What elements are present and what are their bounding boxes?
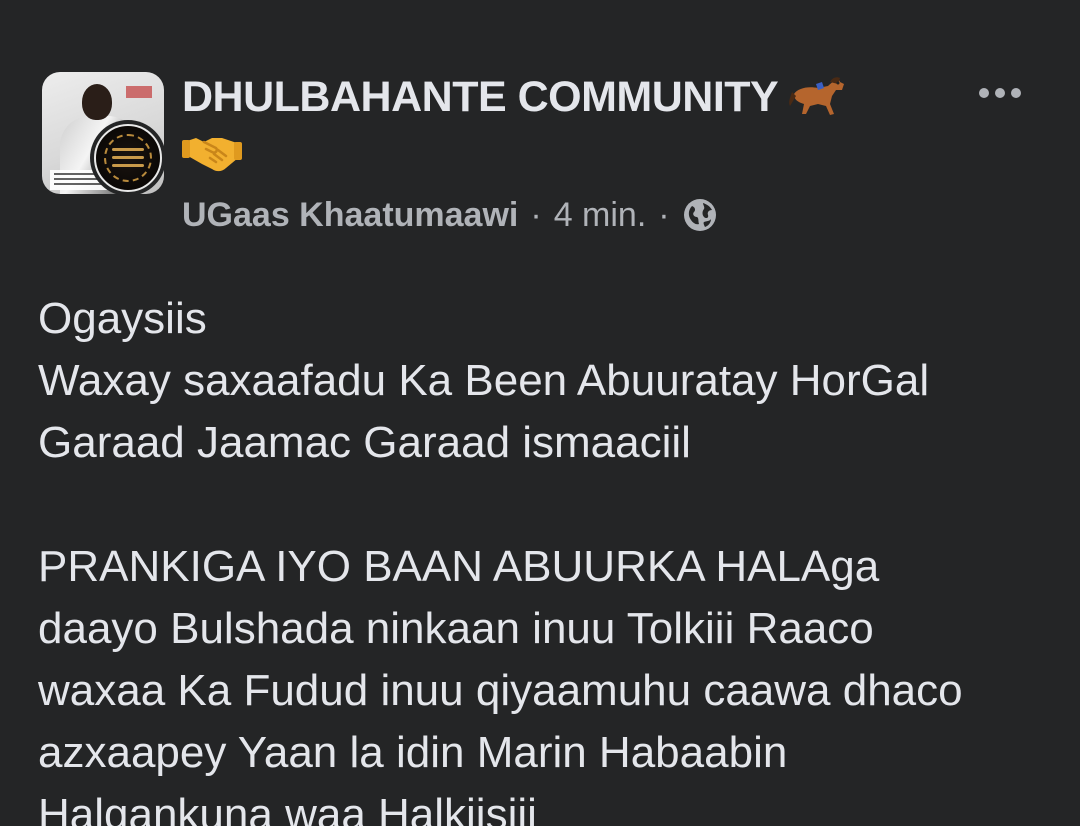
- meta-separator: ·: [530, 195, 542, 234]
- more-dot-icon: [1011, 88, 1021, 98]
- author-name-link[interactable]: UGaas Khaatumaawi: [182, 196, 518, 235]
- post-body-text: Ogaysiis Waxay saxaafadu Ka Been Abuurat…: [38, 294, 963, 826]
- author-avatar[interactable]: [90, 120, 166, 196]
- group-avatar[interactable]: [42, 72, 170, 202]
- post-meta: UGaas Khaatumaawi · 4 min. ·: [182, 193, 718, 237]
- handshake-emoji-icon: [182, 138, 242, 172]
- horse-emoji-icon: [789, 76, 845, 115]
- post-card: DHULBAHANTE COMMUNITY UGaas Khaatumaawi …: [0, 0, 1080, 826]
- more-options-button[interactable]: [968, 78, 1032, 108]
- group-name-title[interactable]: DHULBAHANTE COMMUNITY: [182, 72, 846, 122]
- globe-icon[interactable]: [682, 197, 718, 233]
- more-dot-icon: [995, 88, 1005, 98]
- group-name-text[interactable]: DHULBAHANTE COMMUNITY: [182, 73, 779, 121]
- post-timestamp[interactable]: 4 min.: [554, 196, 647, 235]
- more-dot-icon: [979, 88, 989, 98]
- meta-separator: ·: [658, 195, 670, 234]
